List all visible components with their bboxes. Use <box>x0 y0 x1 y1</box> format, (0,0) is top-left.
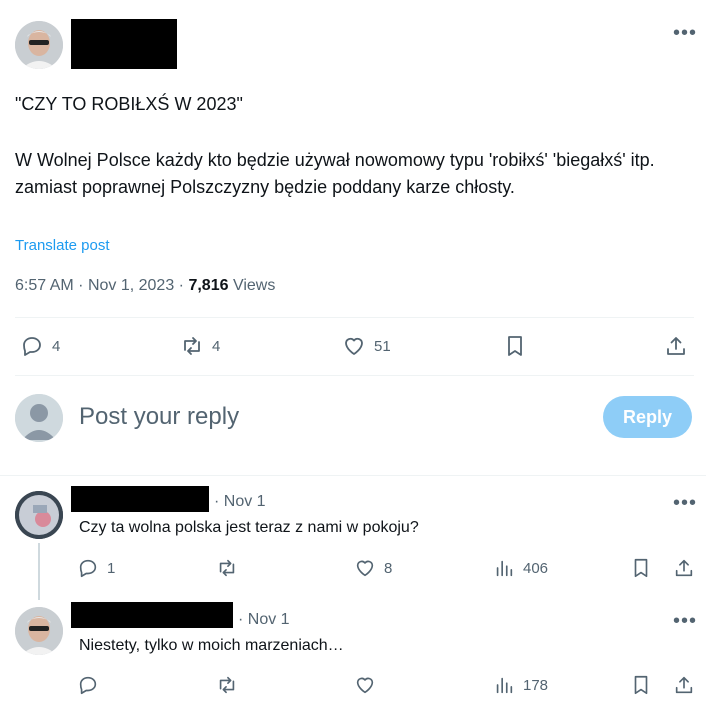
views-label: Views <box>232 277 276 294</box>
repost-count: 4 <box>212 337 221 355</box>
reply-button[interactable]: 1 <box>77 557 115 579</box>
share-button[interactable] <box>673 557 695 579</box>
bookmark-button[interactable] <box>630 674 652 696</box>
reply-button[interactable] <box>77 674 99 696</box>
views-count: 178 <box>523 676 549 694</box>
like-button[interactable]: 8 <box>354 557 392 579</box>
share-icon <box>675 559 693 577</box>
reply-count: 4 <box>52 337 61 355</box>
tweet-meta: 6:57 AM · Nov 1, 2023 · 7,816 Views <box>15 276 275 296</box>
divider <box>15 317 694 318</box>
tweet-headline: "CZY TO ROBIŁXŚ W 2023" <box>15 94 243 114</box>
reply-button[interactable]: 4 <box>20 334 60 358</box>
more-icon[interactable]: ••• <box>673 23 697 43</box>
my-avatar[interactable] <box>15 394 63 442</box>
reply-text: Czy ta wolna polska jest teraz z nami w … <box>79 519 419 536</box>
like-count: 8 <box>384 559 393 577</box>
repost-icon <box>184 337 200 355</box>
tweet-body: W Wolnej Polsce każdy kto będzie używał … <box>15 150 655 197</box>
like-button[interactable] <box>354 674 376 696</box>
reply-icon <box>79 676 97 695</box>
bookmark-icon <box>634 675 648 695</box>
reply-date[interactable]: · Nov 1 <box>238 611 290 629</box>
like-icon <box>356 677 374 694</box>
tweet-time[interactable]: 6:57 AM <box>15 277 74 294</box>
repost-icon <box>219 676 235 694</box>
share-icon <box>667 337 685 355</box>
repost-button[interactable]: 4 <box>180 334 220 358</box>
divider <box>0 475 706 476</box>
reply-count: 1 <box>107 559 116 577</box>
views-icon <box>496 560 513 577</box>
views-button[interactable]: 178 <box>493 674 548 696</box>
like-count: 51 <box>374 337 391 355</box>
reply-submit-button[interactable]: Reply <box>603 396 692 438</box>
views-button[interactable]: 406 <box>493 557 548 579</box>
like-button[interactable]: 51 <box>342 334 391 358</box>
like-icon <box>345 337 363 355</box>
divider <box>15 375 694 376</box>
bookmark-icon <box>634 558 648 578</box>
share-button[interactable] <box>664 334 688 358</box>
meta-separator: · <box>178 277 189 294</box>
translate-link[interactable]: Translate post <box>15 237 110 254</box>
bookmark-button[interactable] <box>503 334 527 358</box>
share-button[interactable] <box>673 674 695 696</box>
views-count: 406 <box>523 559 549 577</box>
reply-date[interactable]: · Nov 1 <box>214 493 266 511</box>
reply-avatar[interactable] <box>15 491 63 539</box>
author-name-redacted <box>71 19 177 69</box>
reply-icon <box>23 337 41 356</box>
reply-text: Niestety, tylko w moich marzeniach… <box>79 637 344 654</box>
like-icon <box>356 560 374 577</box>
reply-author-redacted <box>71 486 209 512</box>
bookmark-button[interactable] <box>630 557 652 579</box>
author-avatar[interactable] <box>15 21 63 69</box>
meta-separator: · <box>78 277 88 294</box>
thread-line <box>38 543 40 600</box>
views-count: 7,816 <box>188 277 229 294</box>
repost-button[interactable] <box>216 674 238 696</box>
repost-button[interactable] <box>216 557 238 579</box>
bookmark-icon <box>508 336 522 356</box>
repost-icon <box>219 559 235 577</box>
reply-input[interactable]: Post your reply <box>79 403 239 431</box>
reply-author-redacted <box>71 602 233 628</box>
views-icon <box>496 677 513 694</box>
reply-avatar[interactable] <box>15 607 63 655</box>
tweet-date[interactable]: Nov 1, 2023 <box>88 277 174 294</box>
more-icon[interactable]: ••• <box>673 611 697 631</box>
more-icon[interactable]: ••• <box>673 493 697 513</box>
reply-icon <box>79 559 97 578</box>
share-icon <box>675 676 693 694</box>
